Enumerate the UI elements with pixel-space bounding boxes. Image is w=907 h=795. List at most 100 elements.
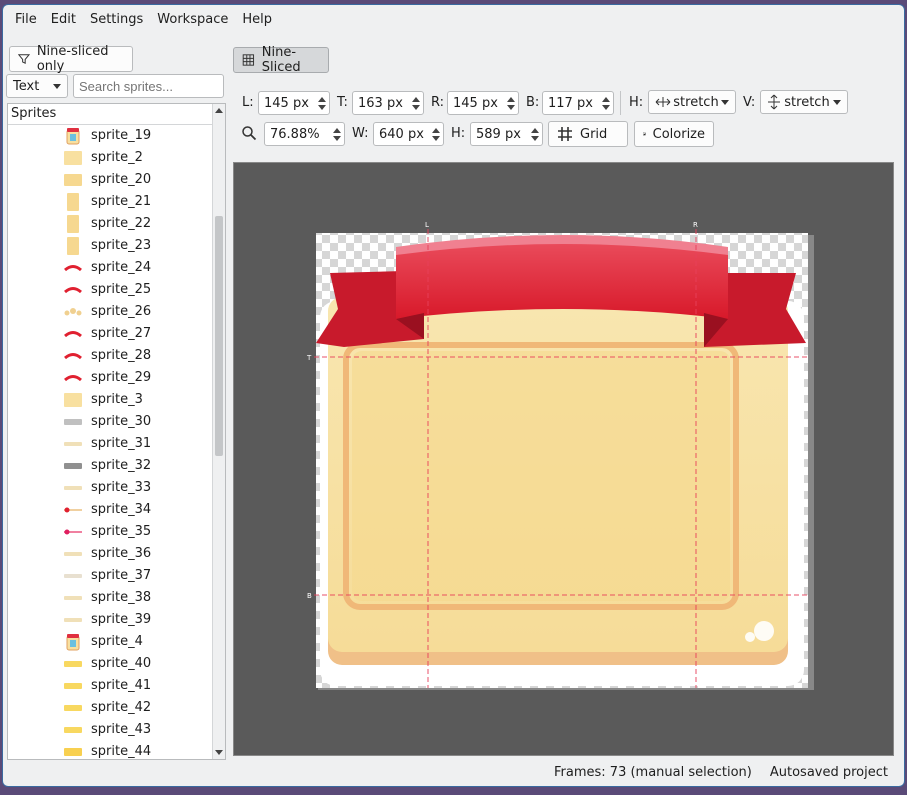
- sprite-list-item[interactable]: sprite_27: [8, 323, 225, 345]
- zoom-icon: [242, 126, 257, 141]
- stepper-up-icon[interactable]: [531, 127, 539, 133]
- bottom-margin-spinbox[interactable]: 117 px: [542, 91, 614, 115]
- zoom-stepper[interactable]: [330, 123, 344, 145]
- sprite-list-item[interactable]: sprite_42: [8, 697, 225, 719]
- panel-highlight-small: [745, 632, 755, 642]
- menu-edit[interactable]: Edit: [45, 8, 82, 32]
- nine-sliced-toggle[interactable]: Nine-Sliced: [233, 45, 329, 75]
- sprite-list-item[interactable]: sprite_35: [8, 521, 225, 543]
- stepper-down-icon[interactable]: [531, 135, 539, 141]
- sprite-name: sprite_37: [91, 568, 152, 583]
- stepper-up-icon[interactable]: [432, 127, 440, 133]
- height-stepper[interactable]: [528, 123, 542, 145]
- sprite-list-item[interactable]: sprite_4: [8, 631, 225, 653]
- sprite-list-item[interactable]: sprite_33: [8, 477, 225, 499]
- nine-sliced-filter-button[interactable]: Nine-sliced only: [9, 44, 133, 74]
- sprite-list-item[interactable]: sprite_29: [8, 367, 225, 389]
- sprite-list-item[interactable]: sprite_26: [8, 301, 225, 323]
- left-margin-value: 145 px: [264, 95, 309, 111]
- sprite-name: sprite_22: [91, 216, 152, 231]
- sprite-thumbnail-bar-cream-icon: [64, 546, 82, 562]
- colorize-button[interactable]: Colorize: [634, 121, 714, 147]
- panel-inner-fill: [352, 351, 730, 601]
- stepper-up-icon[interactable]: [333, 127, 341, 133]
- toolbar-separator: [620, 91, 621, 115]
- menu-help[interactable]: Help: [236, 8, 278, 32]
- stepper-down-icon[interactable]: [412, 104, 420, 110]
- sprite-list-item[interactable]: sprite_19: [8, 125, 225, 147]
- sprite-thumbnail-bar-light-icon: [64, 568, 82, 584]
- left-margin-stepper[interactable]: [315, 92, 329, 114]
- sprite-list-item[interactable]: sprite_3: [8, 389, 225, 411]
- sprite-list-item[interactable]: sprite_39: [8, 609, 225, 631]
- menu-file[interactable]: File: [9, 8, 43, 32]
- right-margin-spinbox[interactable]: 145 px: [447, 91, 519, 115]
- stepper-up-icon[interactable]: [602, 96, 610, 102]
- stepper-down-icon[interactable]: [507, 104, 515, 110]
- scroll-up-icon[interactable]: [215, 108, 223, 113]
- sprite-preview[interactable]: L R T B: [234, 163, 893, 755]
- sprite-list-item[interactable]: sprite_41: [8, 675, 225, 697]
- sprite-list-item[interactable]: sprite_30: [8, 411, 225, 433]
- menu-settings[interactable]: Settings: [84, 8, 149, 32]
- sprite-thumbnail-ribbon-icon: [64, 326, 82, 342]
- stepper-up-icon[interactable]: [318, 96, 326, 102]
- sprite-name: sprite_25: [91, 282, 152, 297]
- sprite-list-item[interactable]: sprite_21: [8, 191, 225, 213]
- vertical-mode-select[interactable]: stretch: [760, 90, 848, 114]
- sprite-list-item[interactable]: sprite_40: [8, 653, 225, 675]
- sprite-name: sprite_28: [91, 348, 152, 363]
- stepper-down-icon[interactable]: [318, 104, 326, 110]
- menu-workspace[interactable]: Workspace: [151, 8, 234, 32]
- sprite-thumbnail-bar-yellow-icon: [64, 700, 82, 716]
- width-stepper[interactable]: [429, 123, 443, 145]
- stepper-down-icon[interactable]: [432, 135, 440, 141]
- chevron-down-icon: [53, 83, 61, 89]
- sprite-name: sprite_32: [91, 458, 152, 473]
- sprite-list-item[interactable]: sprite_22: [8, 213, 225, 235]
- stepper-down-icon[interactable]: [602, 104, 610, 110]
- left-margin-spinbox[interactable]: 145 px: [258, 91, 330, 115]
- sprite-thumbnail-slider-pink-icon: [64, 524, 82, 540]
- sprite-list-item[interactable]: sprite_2: [8, 147, 225, 169]
- autosave-status: Autosaved project: [769, 765, 888, 780]
- sprite-list-item[interactable]: sprite_32: [8, 455, 225, 477]
- ribbon-banner: [396, 244, 728, 319]
- stepper-down-icon[interactable]: [333, 135, 341, 141]
- sprite-list-item[interactable]: sprite_38: [8, 587, 225, 609]
- sprite-list-item[interactable]: sprite_28: [8, 345, 225, 367]
- sprite-name: sprite_39: [91, 612, 152, 627]
- bottom-margin-stepper[interactable]: [599, 92, 613, 114]
- sprite-list-scrollbar[interactable]: [212, 104, 225, 759]
- sprite-list-item[interactable]: sprite_24: [8, 257, 225, 279]
- sprite-thumbnail-bar-yellow-icon: [64, 722, 82, 738]
- sprite-list-item[interactable]: sprite_43: [8, 719, 225, 741]
- stepper-up-icon[interactable]: [507, 96, 515, 102]
- right-margin-stepper[interactable]: [504, 92, 518, 114]
- sprite-list-item[interactable]: sprite_20: [8, 169, 225, 191]
- search-input[interactable]: [73, 74, 224, 98]
- scroll-down-icon[interactable]: [215, 750, 223, 755]
- sprite-list-item[interactable]: sprite_31: [8, 433, 225, 455]
- sprite-name: sprite_30: [91, 414, 152, 429]
- height-spinbox[interactable]: 589 px: [470, 122, 543, 146]
- sprite-canvas[interactable]: L R T B: [233, 162, 894, 756]
- grid-button[interactable]: Grid: [548, 121, 628, 147]
- sprite-list-item[interactable]: sprite_44: [8, 741, 225, 759]
- sprite-list-item[interactable]: sprite_34: [8, 499, 225, 521]
- sprite-list-item[interactable]: sprite_25: [8, 279, 225, 301]
- sprite-thumbnail-panel-icon: [64, 150, 82, 166]
- sprite-name: sprite_36: [91, 546, 152, 561]
- zoom-spinbox[interactable]: 76.88%: [264, 122, 345, 146]
- sprite-list-item[interactable]: sprite_36: [8, 543, 225, 565]
- width-spinbox[interactable]: 640 px: [373, 122, 444, 146]
- filter-mode-select[interactable]: Text: [6, 74, 68, 98]
- horizontal-mode-select[interactable]: stretch: [648, 90, 736, 114]
- scroll-thumb[interactable]: [215, 216, 223, 456]
- sprite-list-item[interactable]: sprite_37: [8, 565, 225, 587]
- sprite-list-item[interactable]: sprite_23: [8, 235, 225, 257]
- stepper-up-icon[interactable]: [412, 96, 420, 102]
- nine-sliced-label: Nine-Sliced: [261, 45, 301, 75]
- top-margin-stepper[interactable]: [409, 92, 423, 114]
- top-margin-spinbox[interactable]: 163 px: [352, 91, 424, 115]
